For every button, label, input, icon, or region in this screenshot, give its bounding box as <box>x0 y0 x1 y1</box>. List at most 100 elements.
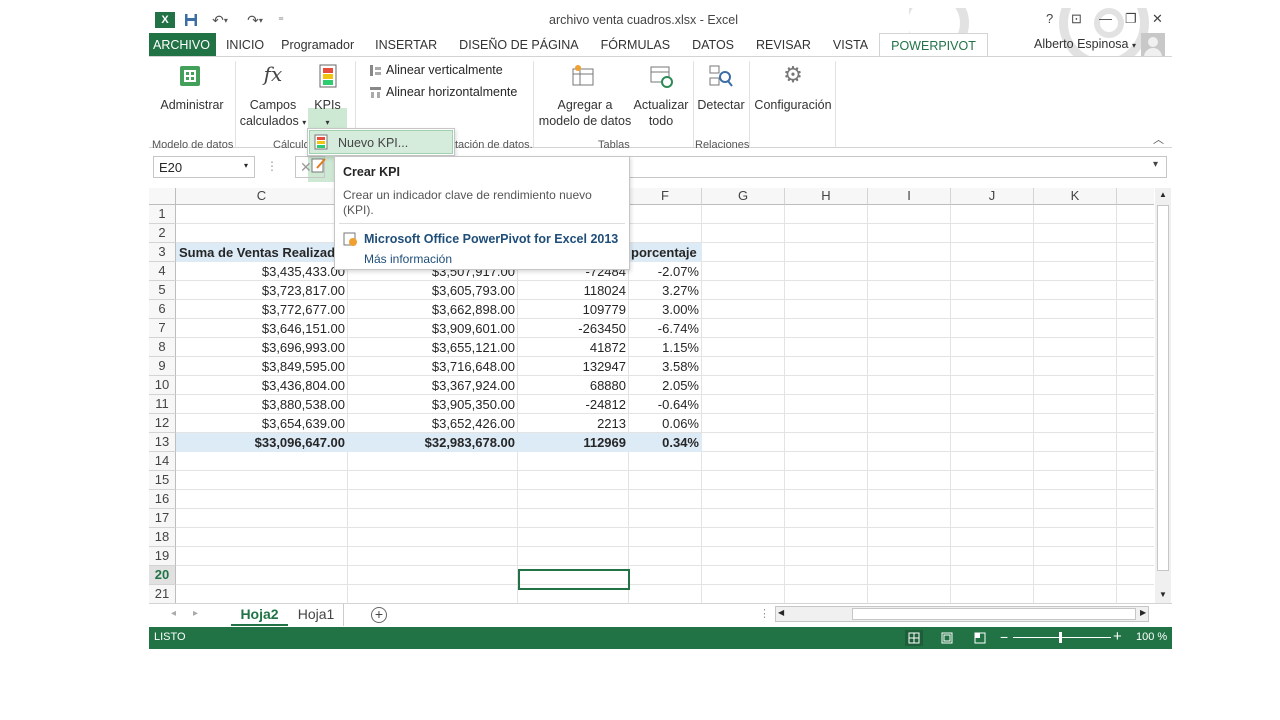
restore-button[interactable]: ❐ <box>1125 11 1137 27</box>
data-cell[interactable]: 2213 <box>518 414 629 433</box>
data-cell[interactable]: 68880 <box>518 376 629 395</box>
column-header-f[interactable]: F <box>629 188 702 205</box>
ribbon-display-button[interactable]: ⊡ <box>1071 11 1082 27</box>
data-cell[interactable]: $3,696,993.00 <box>176 338 348 357</box>
sheet-tab-hoja1[interactable]: Hoja1 <box>289 604 344 626</box>
close-button[interactable]: ✕ <box>1152 11 1163 27</box>
alinear-horizontalmente-button[interactable]: Alinear horizontalmente <box>369 85 517 99</box>
zoom-out-button[interactable]: − <box>1000 629 1008 645</box>
page-layout-icon[interactable] <box>938 630 956 646</box>
data-cell[interactable]: 41872 <box>518 338 629 357</box>
scroll-up-icon[interactable]: ▲ <box>1159 190 1167 199</box>
tooltip-product-link[interactable]: Microsoft Office PowerPivot for Excel 20… <box>364 232 618 246</box>
add-sheet-button[interactable]: + <box>371 607 387 623</box>
excel-icon[interactable]: X <box>155 12 175 28</box>
data-cell[interactable]: $3,655,121.00 <box>348 338 518 357</box>
row-header[interactable]: 9 <box>149 357 176 376</box>
sheet-tab-hoja2[interactable]: Hoja2 <box>231 604 288 626</box>
row-header[interactable]: 20 <box>149 566 176 585</box>
column-header-g[interactable]: G <box>702 188 785 205</box>
data-cell[interactable]: 109779 <box>518 300 629 319</box>
data-cell[interactable]: $3,909,601.00 <box>348 319 518 338</box>
data-cell[interactable]: $3,652,426.00 <box>348 414 518 433</box>
agregar-modelo-button[interactable]: Agregar a modelo de datos <box>536 97 634 129</box>
row-header[interactable]: 19 <box>149 547 176 566</box>
row-header[interactable]: 2 <box>149 224 176 243</box>
zoom-slider-track[interactable] <box>1013 637 1111 638</box>
campos-calculados-button[interactable]: Campos calculados ▾ <box>237 97 309 131</box>
horizontal-scroll-thumb[interactable] <box>852 608 1136 620</box>
data-cell[interactable]: $3,654,639.00 <box>176 414 348 433</box>
select-all-corner[interactable] <box>149 188 176 205</box>
row-header[interactable]: 21 <box>149 585 176 603</box>
data-cell[interactable]: 3.27% <box>629 281 702 300</box>
user-name[interactable]: Alberto Espinosa ▾ <box>1034 37 1136 51</box>
customize-qat-icon[interactable]: ⁼ <box>275 11 287 29</box>
selected-cell[interactable] <box>518 569 630 590</box>
row-header[interactable]: 5 <box>149 281 176 300</box>
tab-formulas[interactable]: FÓRMULAS <box>590 33 681 57</box>
data-cell[interactable]: $3,716,648.00 <box>348 357 518 376</box>
row-header[interactable]: 4 <box>149 262 176 281</box>
data-cell[interactable]: -6.74% <box>629 319 702 338</box>
tab-split-icon[interactable]: ⋮ <box>759 607 770 620</box>
row-header[interactable]: 1 <box>149 205 176 224</box>
avatar[interactable] <box>1141 33 1165 57</box>
total-cell[interactable]: 0.34% <box>629 433 702 452</box>
data-cell[interactable]: -263450 <box>518 319 629 338</box>
row-header[interactable]: 8 <box>149 338 176 357</box>
data-cell[interactable]: $3,367,924.00 <box>348 376 518 395</box>
tab-vista[interactable]: VISTA <box>822 33 879 57</box>
row-header[interactable]: 12 <box>149 414 176 433</box>
scroll-left-icon[interactable]: ◀ <box>778 608 784 617</box>
vertical-scrollbar[interactable]: ▲ ▼ <box>1155 188 1171 603</box>
column-header-j[interactable]: J <box>951 188 1034 205</box>
row-header[interactable]: 14 <box>149 452 176 471</box>
undo-icon[interactable]: ↶ ▾ <box>207 11 233 29</box>
pivot-header-porcentaje[interactable]: porcentaje <box>631 243 701 262</box>
data-cell[interactable]: $3,435,433.00 <box>176 262 348 281</box>
scroll-down-icon[interactable]: ▼ <box>1159 590 1167 599</box>
data-cell[interactable]: $3,605,793.00 <box>348 281 518 300</box>
column-header-l[interactable] <box>1117 188 1154 205</box>
pivot-header-ventas[interactable]: Suma de Ventas Realizadas <box>179 243 339 262</box>
row-header[interactable]: 18 <box>149 528 176 547</box>
minimize-button[interactable]: — <box>1099 11 1112 26</box>
redo-icon[interactable]: ↷ ▾ <box>242 11 268 29</box>
save-icon[interactable] <box>182 11 200 29</box>
row-header[interactable]: 15 <box>149 471 176 490</box>
total-cell[interactable]: $33,096,647.00 <box>176 433 348 452</box>
vertical-scroll-thumb[interactable] <box>1157 205 1169 571</box>
collapse-ribbon-icon[interactable]: ︿ <box>1153 131 1164 147</box>
tab-revisar[interactable]: REVISAR <box>745 33 822 57</box>
menu-item-nuevo-kpi[interactable]: Nuevo KPI... <box>309 130 453 154</box>
zoom-in-button[interactable]: + <box>1113 628 1122 645</box>
configuracion-button[interactable]: Configuración <box>752 97 834 113</box>
horizontal-scrollbar[interactable]: ◀ ▶ <box>775 606 1149 622</box>
tab-diseno-pagina[interactable]: DISEÑO DE PÁGINA <box>448 33 589 57</box>
data-cell[interactable]: 118024 <box>518 281 629 300</box>
data-cell[interactable]: $3,880,538.00 <box>176 395 348 414</box>
data-cell[interactable]: $3,662,898.00 <box>348 300 518 319</box>
data-cell[interactable]: -2.07% <box>629 262 702 281</box>
tab-inicio[interactable]: INICIO <box>216 33 275 57</box>
row-header[interactable]: 16 <box>149 490 176 509</box>
kpis-button[interactable]: KPIs ▾ <box>308 97 347 131</box>
row-header[interactable]: 11 <box>149 395 176 414</box>
alinear-verticalmente-button[interactable]: Alinear verticalmente <box>369 63 503 77</box>
column-header-k[interactable]: K <box>1034 188 1117 205</box>
data-cell[interactable]: 3.00% <box>629 300 702 319</box>
data-cell[interactable]: 0.06% <box>629 414 702 433</box>
data-cell[interactable]: -24812 <box>518 395 629 414</box>
name-box[interactable]: E20 ▾ <box>153 156 255 178</box>
column-header-c[interactable]: C <box>176 188 348 205</box>
data-cell[interactable]: 2.05% <box>629 376 702 395</box>
data-cell[interactable]: $3,723,817.00 <box>176 281 348 300</box>
help-button[interactable]: ? <box>1046 11 1053 26</box>
tab-datos[interactable]: DATOS <box>681 33 745 57</box>
spreadsheet-grid[interactable]: C F G H I J K 1 2 3 4 5 6 7 8 9 10 11 12 13 14 15 16 17 1… <box>149 188 1154 603</box>
zoom-level[interactable]: 100 % <box>1136 631 1167 643</box>
data-cell[interactable]: $3,905,350.00 <box>348 395 518 414</box>
row-header[interactable]: 6 <box>149 300 176 319</box>
data-cell[interactable]: $3,772,677.00 <box>176 300 348 319</box>
